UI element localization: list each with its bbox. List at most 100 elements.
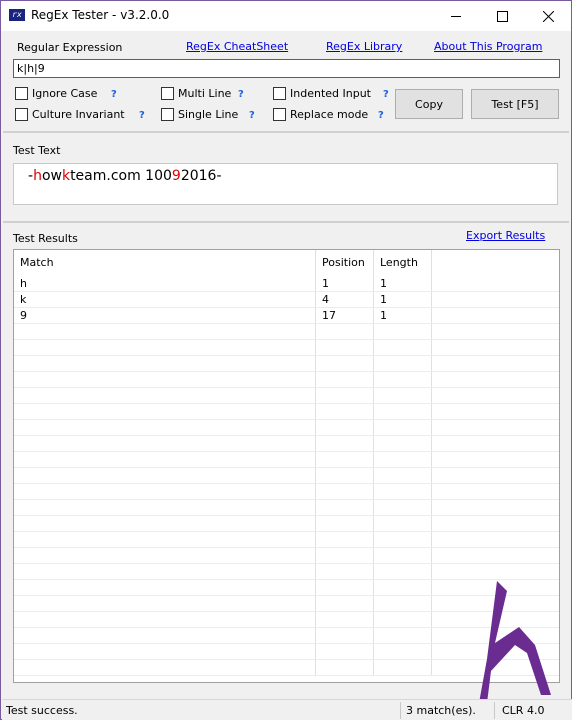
culture-invariant-checkbox[interactable] — [15, 108, 28, 121]
cell-filler — [432, 484, 559, 499]
column-header-length[interactable]: Length — [374, 250, 432, 276]
multi-line-help[interactable]: ? — [238, 89, 244, 100]
cell-position — [316, 436, 374, 451]
cell-match — [14, 436, 316, 451]
empty-table-row[interactable] — [14, 516, 559, 532]
column-header-match[interactable]: Match — [14, 250, 316, 276]
table-row[interactable]: h11 — [14, 276, 559, 292]
clr-version: CLR 4.0 — [502, 704, 545, 717]
status-bar: Test success. 3 match(es). CLR 4.0 — [2, 699, 572, 720]
cell-filler — [432, 452, 559, 467]
empty-table-row[interactable] — [14, 468, 559, 484]
cell-length — [374, 484, 432, 499]
empty-table-row[interactable] — [14, 324, 559, 340]
close-button[interactable] — [525, 1, 571, 31]
cheatsheet-link[interactable]: RegEx CheatSheet — [186, 40, 288, 53]
multi-line-label: Multi Line — [178, 87, 232, 100]
cell-filler — [432, 356, 559, 371]
multi-line-option[interactable]: Multi Line — [161, 87, 231, 100]
cell-match — [14, 564, 316, 579]
cell-position: 17 — [316, 308, 374, 323]
cell-filler — [432, 500, 559, 515]
empty-table-row[interactable] — [14, 580, 559, 596]
empty-table-row[interactable] — [14, 372, 559, 388]
cell-position — [316, 372, 374, 387]
empty-table-row[interactable] — [14, 420, 559, 436]
replace-mode-help[interactable]: ? — [378, 110, 384, 121]
cell-length — [374, 564, 432, 579]
empty-table-row[interactable] — [14, 404, 559, 420]
empty-table-row[interactable] — [14, 596, 559, 612]
empty-table-row[interactable] — [14, 612, 559, 628]
test-text-input[interactable]: -howkteam.com 10092016- — [13, 163, 558, 205]
match-highlight: h — [33, 168, 42, 184]
empty-table-row[interactable] — [14, 356, 559, 372]
about-link[interactable]: About This Program — [434, 40, 542, 53]
cell-position — [316, 532, 374, 547]
indented-input-help[interactable]: ? — [383, 89, 389, 100]
culture-invariant-help[interactable]: ? — [139, 110, 145, 121]
cell-length — [374, 324, 432, 339]
multi-line-checkbox[interactable] — [161, 87, 174, 100]
cell-filler — [432, 388, 559, 403]
cell-position — [316, 452, 374, 467]
empty-table-row[interactable] — [14, 452, 559, 468]
text-segment: 2016- — [180, 168, 222, 184]
table-row[interactable]: 9 17 1 — [14, 308, 559, 324]
cell-length — [374, 500, 432, 515]
results-table[interactable]: Match Position Length h 1 1 k 4 1 9 17 1 — [13, 249, 560, 683]
minimize-button[interactable] — [433, 1, 479, 31]
maximize-button[interactable] — [479, 1, 525, 31]
cell-match — [14, 484, 316, 499]
empty-table-row[interactable] — [14, 500, 559, 516]
indented-input-option[interactable]: Indented Input — [273, 87, 371, 100]
empty-table-row[interactable] — [14, 484, 559, 500]
empty-table-row[interactable] — [14, 660, 559, 676]
empty-table-row[interactable] — [14, 388, 559, 404]
library-link[interactable]: RegEx Library — [326, 40, 402, 53]
cell-length — [374, 532, 432, 547]
app-icon: rx — [9, 9, 25, 21]
cell-position — [316, 356, 374, 371]
title-bar[interactable]: rx RegEx Tester - v3.2.0.0 — [1, 1, 571, 31]
cell-position — [316, 484, 374, 499]
column-header-position[interactable]: Position — [316, 250, 374, 276]
single-line-help[interactable]: ? — [249, 110, 255, 121]
ignore-case-option[interactable]: Ignore Case — [15, 87, 97, 100]
test-button[interactable]: Test [F5] — [471, 89, 559, 119]
empty-table-row[interactable] — [14, 548, 559, 564]
regex-input[interactable] — [13, 59, 560, 78]
ignore-case-checkbox[interactable] — [15, 87, 28, 100]
ignore-case-help[interactable]: ? — [111, 89, 117, 100]
empty-table-row[interactable] — [14, 340, 559, 356]
cell-match — [14, 468, 316, 483]
empty-table-row[interactable] — [14, 436, 559, 452]
copy-button[interactable]: Copy — [395, 89, 463, 119]
status-separator — [400, 702, 401, 719]
empty-table-row[interactable] — [14, 644, 559, 660]
culture-invariant-option[interactable]: Culture Invariant — [15, 108, 125, 121]
empty-table-row[interactable] — [14, 532, 559, 548]
empty-table-row[interactable] — [14, 628, 559, 644]
single-line-option[interactable]: Single Line — [161, 108, 238, 121]
cell-filler — [432, 516, 559, 531]
single-line-checkbox[interactable] — [161, 108, 174, 121]
cell-position: 4 — [316, 292, 374, 307]
column-header-filler — [432, 250, 559, 276]
cell-match — [14, 612, 316, 627]
cell-filler — [432, 276, 559, 291]
cell-match — [14, 404, 316, 419]
test-text-label: Test Text — [13, 144, 61, 157]
cell-filler — [432, 308, 559, 323]
export-results-link[interactable]: Export Results — [466, 229, 545, 242]
replace-mode-option[interactable]: Replace mode — [273, 108, 368, 121]
cell-length — [374, 580, 432, 595]
watermark-logo — [479, 581, 551, 703]
cell-length — [374, 628, 432, 643]
cell-position — [316, 628, 374, 643]
indented-input-checkbox[interactable] — [273, 87, 286, 100]
replace-mode-checkbox[interactable] — [273, 108, 286, 121]
table-row[interactable]: k41 — [14, 292, 559, 308]
empty-table-row[interactable] — [14, 564, 559, 580]
text-segment: team.com 100 — [70, 168, 172, 184]
